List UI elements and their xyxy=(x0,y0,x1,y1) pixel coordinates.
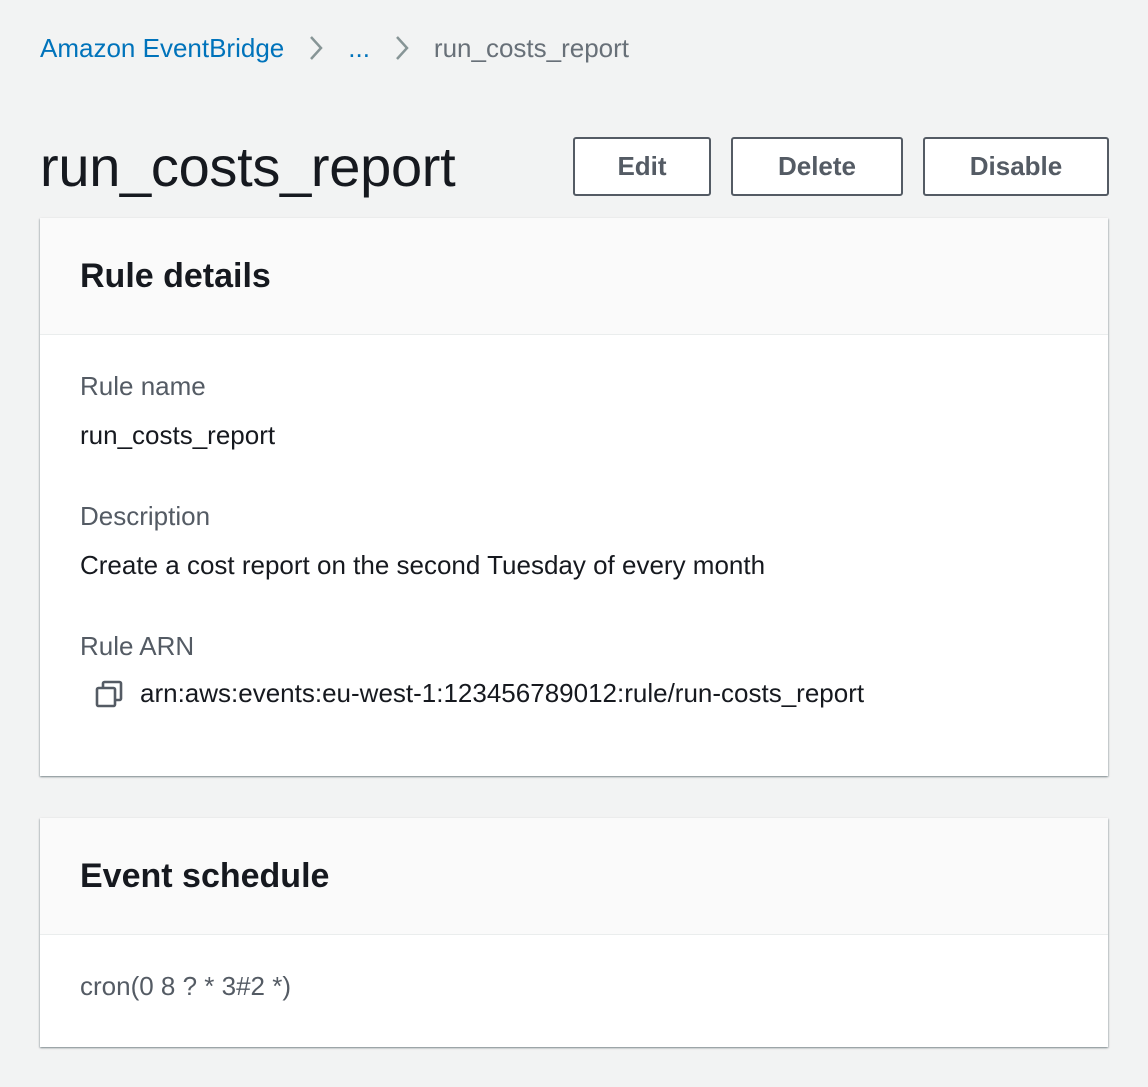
description-label: Description xyxy=(80,501,211,531)
rule-arn-label: Rule ARN xyxy=(80,631,195,661)
chevron-right-icon xyxy=(394,34,410,62)
event-schedule-heading: Event schedule xyxy=(80,856,330,895)
rule-arn-value: arn:aws:events:eu-west-1:123456789012:ru… xyxy=(140,678,865,708)
rule-details-card: Rule details Rule name run_costs_report … xyxy=(40,218,1108,776)
rule-details-heading: Rule details xyxy=(80,256,271,295)
delete-button[interactable]: Delete xyxy=(731,137,903,196)
copy-icon[interactable] xyxy=(94,679,124,709)
event-schedule-card: Event schedule cron(0 8 ? * 3#2 *) xyxy=(40,818,1108,1047)
disable-button[interactable]: Disable xyxy=(923,137,1109,196)
header-actions: Edit Delete Disable xyxy=(573,137,1109,196)
rule-name-field: Rule name run_costs_report xyxy=(80,371,1068,451)
description-value: Create a cost report on the second Tuesd… xyxy=(80,550,766,580)
rule-name-label: Rule name xyxy=(80,371,206,401)
breadcrumb-current: run_costs_report xyxy=(433,32,630,63)
cron-expression: cron(0 8 ? * 3#2 *) xyxy=(80,971,292,1001)
breadcrumb-eventbridge-link[interactable]: Amazon EventBridge xyxy=(40,33,284,64)
rule-name-value: run_costs_report xyxy=(80,420,276,450)
chevron-right-icon xyxy=(308,34,324,62)
edit-button[interactable]: Edit xyxy=(573,137,711,196)
breadcrumb-ellipsis-link[interactable]: ... xyxy=(348,33,370,64)
event-schedule-header: Event schedule xyxy=(40,818,1108,935)
rule-arn-field: Rule ARN arn:aws:events:eu-west-1:123456… xyxy=(80,631,1068,709)
description-field: Description Create a cost report on the … xyxy=(80,501,1068,581)
breadcrumb: Amazon EventBridge ... run_costs_report xyxy=(40,30,629,66)
page-title: run_costs_report xyxy=(40,135,456,198)
rule-details-header: Rule details xyxy=(40,218,1108,335)
